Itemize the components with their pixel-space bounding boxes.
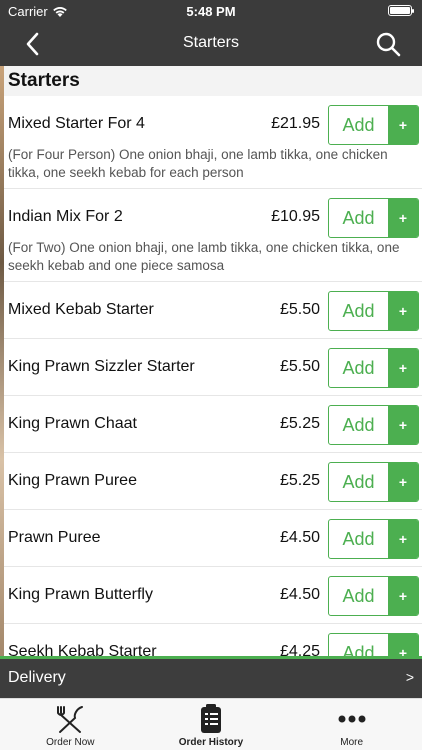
menu-item: Mixed Starter For 4 £21.95 Add + (For Fo…: [4, 96, 422, 189]
menu-item: King Prawn Sizzler Starter £5.50 Add +: [4, 339, 422, 396]
add-label: Add: [342, 114, 375, 135]
add-button[interactable]: Add +: [328, 348, 419, 388]
item-price: £10.95: [271, 208, 320, 225]
battery-icon: [388, 5, 414, 16]
add-label: Add: [342, 528, 375, 549]
item-price: £5.50: [279, 358, 320, 375]
plus-icon: +: [388, 406, 418, 444]
item-price: £5.25: [279, 415, 320, 432]
add-label: Add: [342, 471, 375, 492]
item-name: King Prawn Butterfly: [8, 586, 153, 603]
add-button[interactable]: Add +: [328, 198, 419, 238]
menu-item: King Prawn Butterfly £4.50 Add +: [4, 567, 422, 624]
plus-icon: +: [388, 349, 418, 387]
plus-icon: +: [388, 199, 418, 237]
item-price: £4.50: [279, 586, 320, 603]
menu-item: Seekh Kebab Starter £4.25 Add +: [4, 624, 422, 656]
add-label: Add: [342, 585, 375, 606]
add-button[interactable]: Add +: [328, 519, 419, 559]
search-icon[interactable]: [374, 30, 402, 58]
add-label: Add: [342, 300, 375, 321]
receipt-icon: [201, 704, 221, 733]
item-name: King Prawn Chaat: [8, 415, 137, 432]
add-button[interactable]: Add +: [328, 462, 419, 502]
plus-icon: +: [388, 577, 418, 615]
plus-icon: +: [388, 463, 418, 501]
status-bar: Carrier 5:48 PM: [0, 0, 422, 22]
item-price: £4.25: [279, 643, 320, 656]
add-label: Add: [342, 357, 375, 378]
add-label: Add: [342, 414, 375, 435]
menu-item: Prawn Puree £4.50 Add +: [4, 510, 422, 567]
nav-bar: Starters: [0, 22, 422, 66]
delivery-bar[interactable]: Delivery >: [0, 656, 422, 698]
add-button[interactable]: Add +: [328, 576, 419, 616]
page-title: Starters: [182, 34, 239, 51]
tab-bar: Order Now Order History More: [0, 698, 422, 750]
item-name: Seekh Kebab Starter: [8, 643, 157, 656]
tab-label: Order Now: [46, 737, 95, 748]
tab-order-now[interactable]: Order Now: [0, 699, 141, 750]
item-description: (For Four Person) One onion bhaji, one l…: [8, 147, 388, 180]
item-name: Mixed Kebab Starter: [8, 301, 154, 318]
more-dots-icon: [338, 715, 366, 723]
plus-icon: +: [388, 292, 418, 330]
tab-order-history[interactable]: Order History: [141, 699, 282, 750]
fork-knife-icon: [57, 706, 84, 733]
tab-label: Order History: [178, 737, 244, 748]
plus-icon: +: [388, 520, 418, 558]
add-button[interactable]: Add +: [328, 633, 419, 656]
menu-item: Indian Mix For 2 £10.95 Add + (For Two) …: [4, 189, 422, 282]
delivery-label: Delivery: [8, 669, 66, 686]
item-price: £5.50: [279, 301, 320, 318]
menu-item: Mixed Kebab Starter £5.50 Add +: [4, 282, 422, 339]
item-name: Prawn Puree: [8, 529, 101, 546]
add-button[interactable]: Add +: [328, 405, 419, 445]
add-label: Add: [342, 642, 375, 657]
item-name: Mixed Starter For 4: [8, 115, 145, 132]
item-name: Indian Mix For 2: [8, 208, 123, 225]
tab-more[interactable]: More: [281, 699, 422, 750]
plus-icon: +: [388, 634, 418, 656]
menu-list[interactable]: Starters Mixed Starter For 4 £21.95 Add …: [4, 66, 422, 656]
tab-label: More: [340, 737, 364, 748]
menu-item: King Prawn Puree £5.25 Add +: [4, 453, 422, 510]
chevron-right-icon: >: [405, 669, 414, 685]
item-price: £21.95: [271, 115, 320, 132]
add-label: Add: [342, 207, 375, 228]
item-price: £4.50: [279, 529, 320, 546]
app-screen: Carrier 5:48 PM Starters Starters Mixed …: [0, 0, 422, 750]
clock: 5:48 PM: [186, 4, 236, 19]
item-description: (For Two) One onion bhaji, one lamb tikk…: [8, 240, 400, 273]
item-price: £5.25: [279, 472, 320, 489]
item-name: King Prawn Puree: [8, 472, 137, 489]
category-header: Starters: [4, 66, 422, 96]
add-button[interactable]: Add +: [328, 291, 419, 331]
add-button[interactable]: Add +: [328, 105, 419, 145]
plus-icon: +: [388, 106, 418, 144]
item-name: King Prawn Sizzler Starter: [8, 358, 195, 375]
menu-item: King Prawn Chaat £5.25 Add +: [4, 396, 422, 453]
